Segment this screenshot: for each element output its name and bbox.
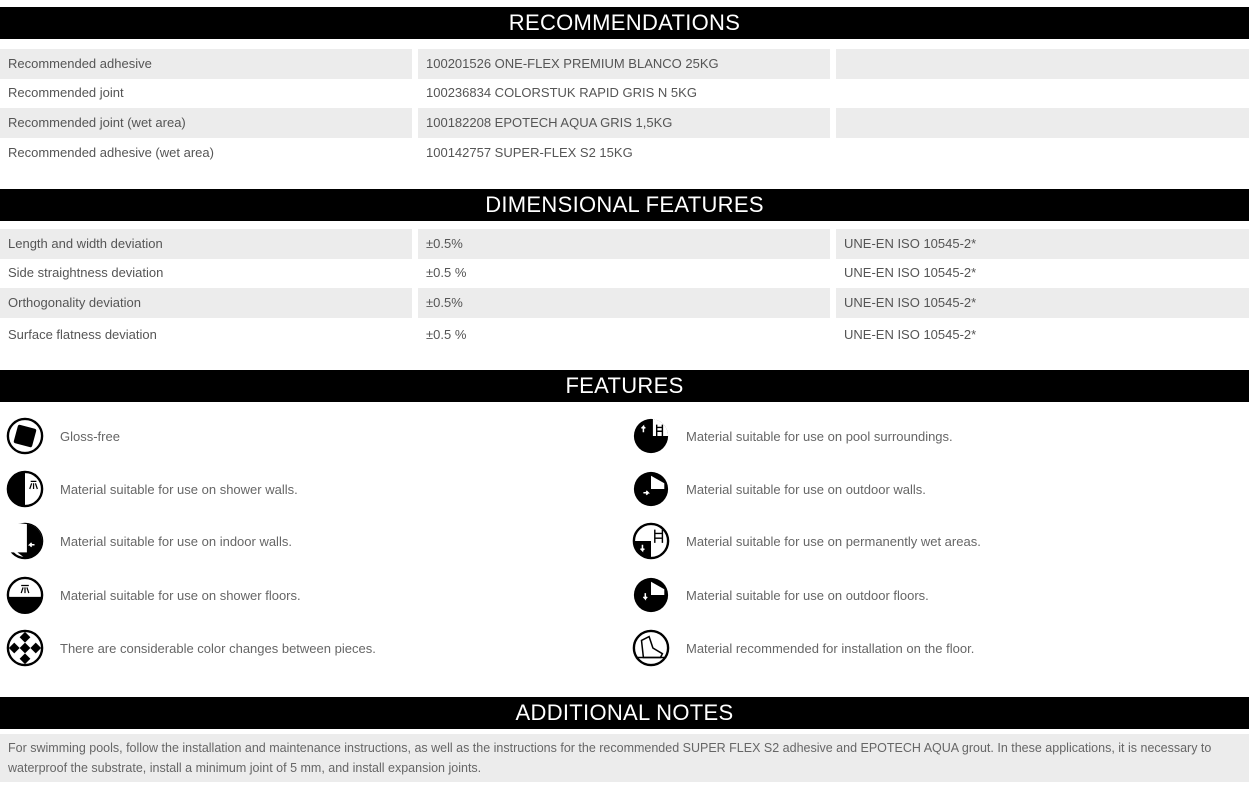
outdoor-wall-icon: [632, 469, 676, 509]
rec-extra: [836, 49, 1249, 79]
rec-label: Recommended adhesive: [0, 49, 412, 79]
indoor-wall-icon: [6, 521, 50, 561]
rec-value: 100236834 COLORSTUK RAPID GRIS N 5KG: [426, 85, 697, 100]
feature-item: Material suitable for use on shower floo…: [6, 575, 301, 615]
wet-area-icon: [632, 521, 676, 561]
table-row: Recommended joint (wet area) 100182208 E…: [0, 108, 1249, 138]
rec-extra: [836, 138, 1249, 168]
feature-item: Material suitable for use on indoor wall…: [6, 521, 292, 561]
features-header: FEATURES: [0, 370, 1249, 402]
color-variation-icon: [6, 628, 50, 668]
dim-value: ±0.5%: [418, 288, 830, 318]
table-row: Surface flatness deviation ±0.5 % UNE-EN…: [0, 320, 1249, 350]
dim-standard: UNE-EN ISO 10545-2*: [844, 327, 977, 342]
feature-item: Material suitable for use on outdoor wal…: [632, 469, 926, 509]
feature-label: Material suitable for use on permanently…: [686, 533, 981, 549]
feature-item: Material suitable for use on shower wall…: [6, 469, 298, 509]
feature-item: Material recommended for installation on…: [632, 628, 974, 668]
dim-label: Length and width deviation: [0, 229, 412, 259]
feature-label: Material recommended for installation on…: [686, 640, 975, 656]
shower-floor-icon: [6, 575, 50, 615]
table-row: Side straightness deviation ±0.5 % UNE-E…: [0, 258, 1249, 288]
gloss-free-icon: [6, 416, 50, 456]
feature-item: Gloss-free: [6, 416, 120, 456]
feature-item: Material suitable for use on outdoor flo…: [632, 575, 929, 615]
feature-item: There are considerable color changes bet…: [6, 628, 376, 668]
feature-label: Material suitable for use on pool surrou…: [686, 428, 953, 444]
feature-label: Material suitable for use on shower floo…: [60, 587, 301, 603]
dim-standard: UNE-EN ISO 10545-2*: [836, 229, 1249, 259]
feature-item: Material suitable for use on pool surrou…: [632, 416, 953, 456]
rec-label: Recommended adhesive (wet area): [8, 145, 214, 160]
dim-value: ±0.5 %: [426, 327, 467, 342]
rec-value: 100142757 SUPER-FLEX S2 15KG: [426, 145, 633, 160]
table-row: Recommended adhesive 100201526 ONE-FLEX …: [0, 49, 1249, 79]
feature-item: Material suitable for use on permanently…: [632, 521, 981, 561]
recommendations-header: RECOMMENDATIONS: [0, 7, 1249, 39]
dim-standard: UNE-EN ISO 10545-2*: [836, 288, 1249, 318]
feature-label: There are considerable color changes bet…: [60, 640, 376, 656]
rec-label: Recommended joint (wet area): [0, 108, 412, 138]
feature-label: Material suitable for use on outdoor flo…: [686, 587, 929, 603]
feature-label: Material suitable for use on shower wall…: [60, 481, 298, 497]
rec-value: 100201526 ONE-FLEX PREMIUM BLANCO 25KG: [418, 49, 830, 79]
table-row: Orthogonality deviation ±0.5% UNE-EN ISO…: [0, 288, 1249, 318]
dim-label: Orthogonality deviation: [0, 288, 412, 318]
rec-extra: [836, 108, 1249, 138]
rec-extra: [836, 78, 1249, 108]
rec-value: 100182208 EPOTECH AQUA GRIS 1,5KG: [418, 108, 830, 138]
shower-wall-icon: [6, 469, 50, 509]
table-row: Recommended adhesive (wet area) 10014275…: [0, 138, 1249, 168]
pool-surroundings-icon: [632, 416, 676, 456]
dim-standard: UNE-EN ISO 10545-2*: [844, 265, 977, 280]
feature-label: Material suitable for use on outdoor wal…: [686, 481, 926, 497]
notes-header: ADDITIONAL NOTES: [0, 697, 1249, 729]
feature-label: Material suitable for use on indoor wall…: [60, 533, 292, 549]
dim-label: Side straightness deviation: [8, 265, 164, 280]
feature-label: Gloss-free: [60, 428, 120, 444]
table-row: Recommended joint 100236834 COLORSTUK RA…: [0, 78, 1249, 108]
floor-installation-icon: [632, 628, 676, 668]
dim-value: ±0.5%: [418, 229, 830, 259]
outdoor-floor-icon: [632, 575, 676, 615]
table-row: Length and width deviation ±0.5% UNE-EN …: [0, 229, 1249, 259]
notes-text: For swimming pools, follow the installat…: [0, 734, 1249, 782]
rec-label: Recommended joint: [8, 85, 124, 100]
dim-label: Surface flatness deviation: [8, 327, 157, 342]
dim-value: ±0.5 %: [426, 265, 467, 280]
dimensional-header: DIMENSIONAL FEATURES: [0, 189, 1249, 221]
